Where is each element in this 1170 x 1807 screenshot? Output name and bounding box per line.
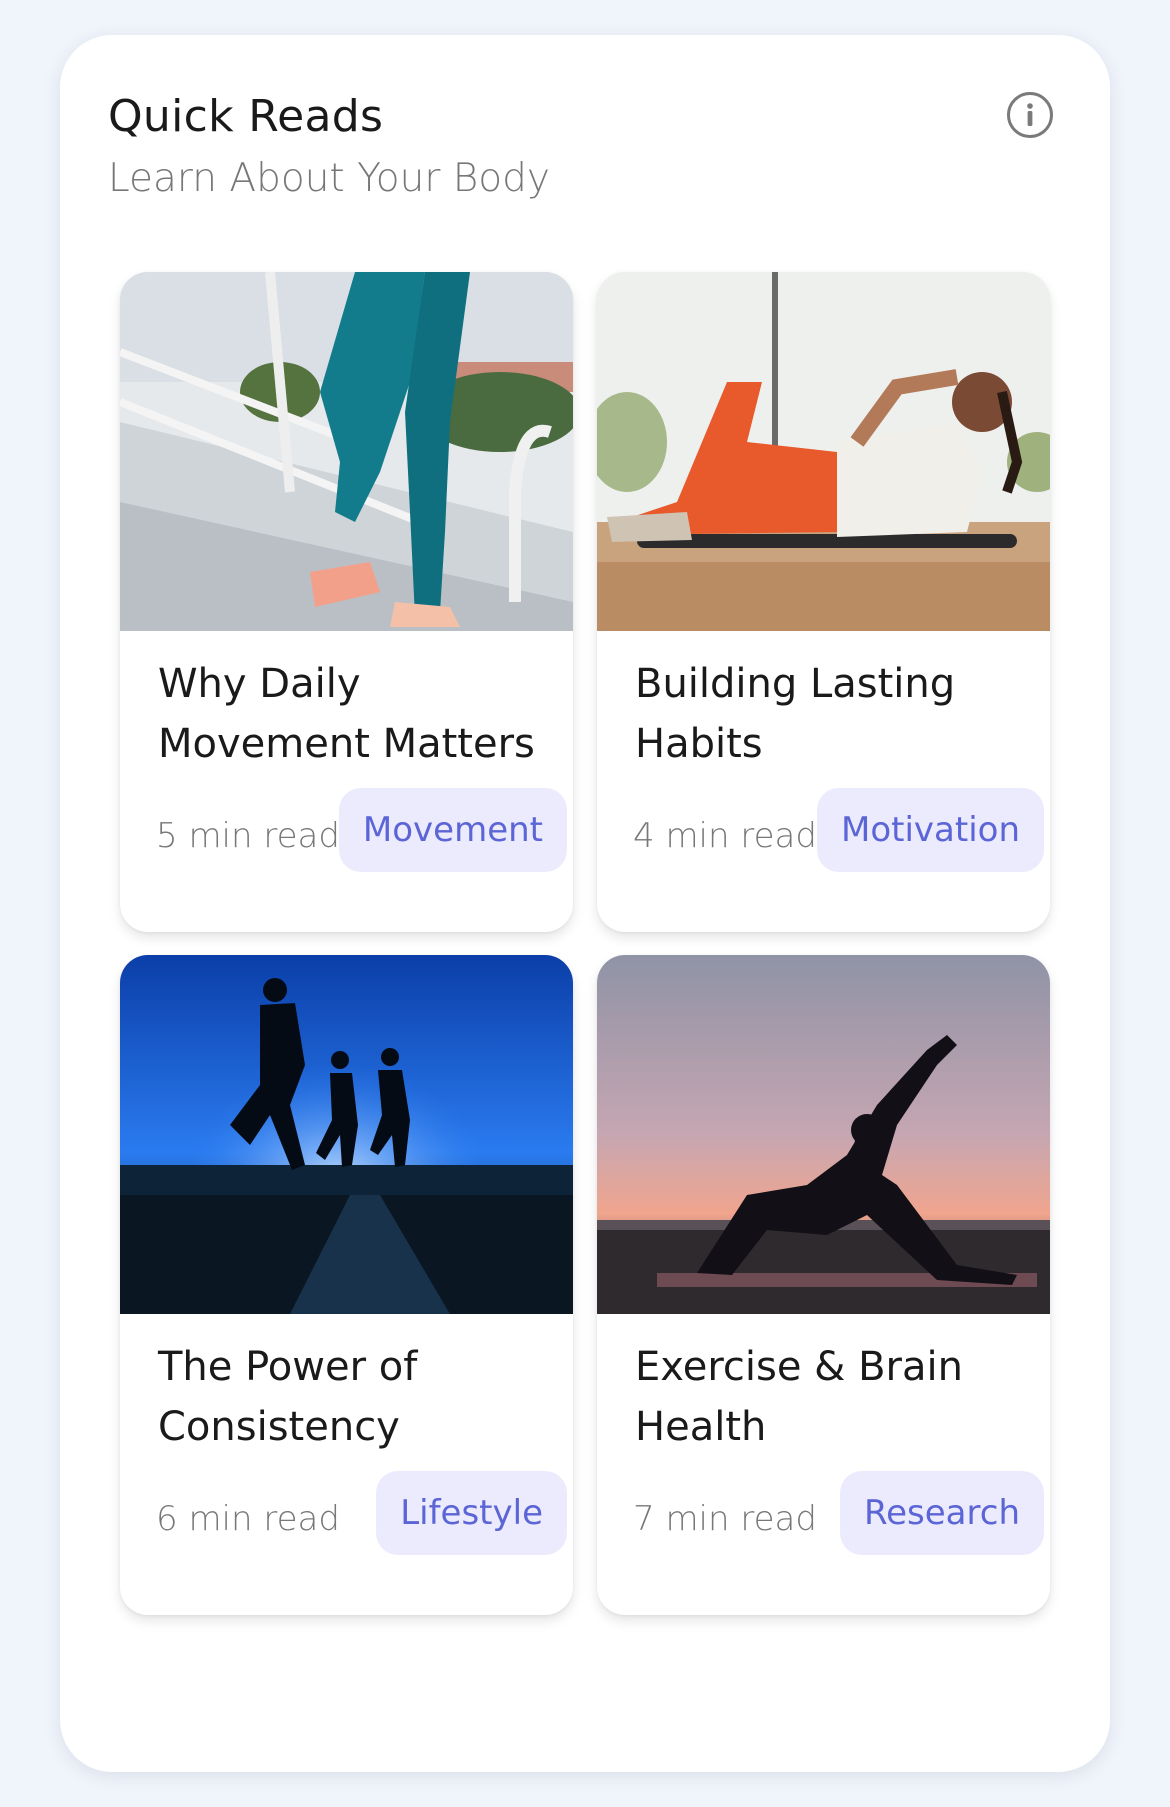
read-time: 7 min read bbox=[633, 1499, 817, 1539]
category-tag[interactable]: Motivation bbox=[817, 788, 1044, 872]
read-time: 4 min read bbox=[633, 816, 817, 856]
quick-reads-panel: Quick Reads Learn About Your Body Why Da… bbox=[60, 35, 1110, 1772]
article-title: Building Lasting Habits bbox=[635, 661, 956, 767]
article-title: Why Daily Movement Matters bbox=[158, 661, 535, 767]
read-time: 5 min read bbox=[156, 816, 340, 856]
category-tag[interactable]: Lifestyle bbox=[376, 1471, 567, 1555]
info-icon[interactable] bbox=[1007, 92, 1053, 138]
runners-silhouette-photo bbox=[120, 955, 573, 1314]
article-card-motivation[interactable]: Building Lasting Habits 4 min read Motiv… bbox=[597, 272, 1050, 932]
woman-climbing-stairs-photo bbox=[120, 272, 573, 631]
category-tag[interactable]: Movement bbox=[338, 788, 567, 872]
section-title: Quick Reads bbox=[108, 91, 384, 142]
article-title: Exercise & Brain Health bbox=[635, 1344, 963, 1450]
article-card-movement[interactable]: Why Daily Movement Matters 5 min read Mo… bbox=[120, 272, 573, 932]
article-card-lifestyle[interactable]: The Power of Consistency 6 min read Life… bbox=[120, 955, 573, 1615]
article-title: The Power of Consistency bbox=[158, 1344, 418, 1450]
article-card-research[interactable]: Exercise & Brain Health 7 min read Resea… bbox=[597, 955, 1050, 1615]
woman-doing-crunches-photo bbox=[597, 272, 1050, 631]
section-subtitle: Learn About Your Body bbox=[108, 156, 550, 201]
yoga-sunset-photo bbox=[597, 955, 1050, 1314]
category-tag[interactable]: Research bbox=[840, 1471, 1044, 1555]
read-time: 6 min read bbox=[156, 1499, 340, 1539]
